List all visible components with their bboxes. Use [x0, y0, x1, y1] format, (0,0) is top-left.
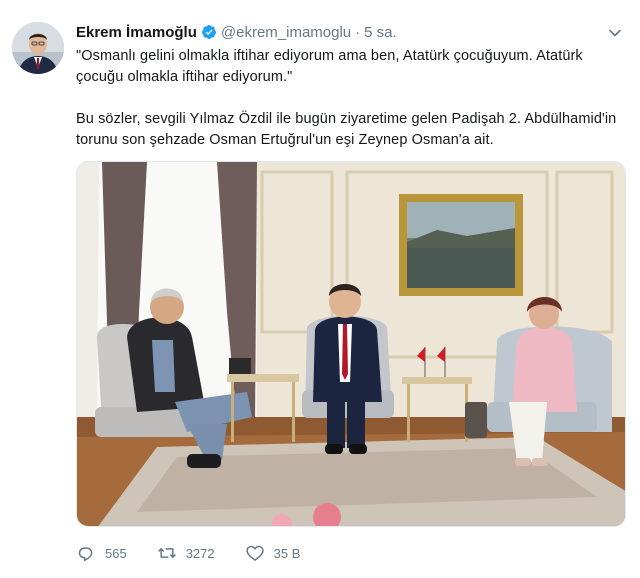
- like-count: 35 B: [273, 545, 301, 561]
- separator-dot: ·: [355, 23, 361, 41]
- author-handle[interactable]: @ekrem_imamoglu: [221, 24, 351, 41]
- tweet-header: Ekrem İmamoğlu @ekrem_imamoglu · 5 sa.: [76, 22, 600, 42]
- tweet-quote-paragraph: "Osmanlı gelini olmakla iftihar ediyorum…: [76, 48, 583, 85]
- tweet-text: "Osmanlı gelini olmakla iftihar ediyorum…: [76, 46, 626, 151]
- retweet-count: 3272: [185, 545, 215, 561]
- tweet-photo[interactable]: [76, 161, 626, 527]
- tweet-card: Ekrem İmamoğlu @ekrem_imamoglu · 5 sa. "…: [0, 0, 640, 578]
- retweet-button[interactable]: 3272: [157, 543, 215, 563]
- tweet-actions: 565 3272 35 B: [76, 540, 330, 566]
- chevron-down-icon[interactable]: [608, 26, 622, 40]
- like-icon: [245, 545, 264, 561]
- reply-icon: [78, 547, 93, 562]
- tweet-timestamp[interactable]: 5 sa.: [364, 24, 397, 41]
- reply-count: 565: [105, 545, 127, 561]
- tweet-body-paragraph: Bu sözler, sevgili Yılmaz Özdil ile bugü…: [76, 111, 617, 148]
- verified-badge-icon: [201, 25, 216, 39]
- reply-button[interactable]: 565: [76, 543, 127, 563]
- like-button[interactable]: 35 B: [245, 543, 301, 563]
- avatar[interactable]: [12, 22, 64, 74]
- author-name[interactable]: Ekrem İmamoğlu: [76, 24, 197, 41]
- retweet-icon: [158, 548, 176, 558]
